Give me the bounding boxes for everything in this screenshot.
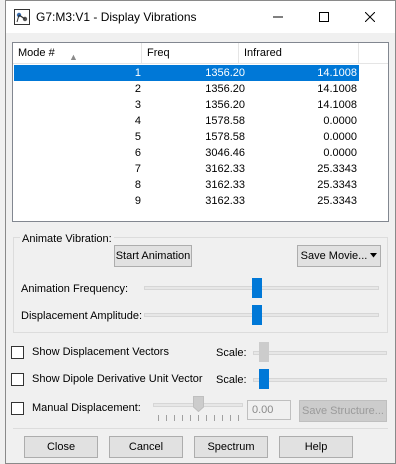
list-row[interactable]: 5 1578.58 0.0000 — [14, 129, 359, 145]
cell-freq: 3162.33 — [205, 179, 245, 191]
manual-displacement-label: Manual Displacement: — [32, 402, 141, 414]
minimize-icon — [273, 16, 283, 18]
tick-mark — [238, 415, 239, 421]
cell-mode: 2 — [134, 83, 141, 95]
animate-vibration-label: Animate Vibration: — [20, 233, 114, 245]
manual-displacement-value[interactable]: 0.00 — [247, 400, 291, 420]
close-window-button[interactable] — [347, 1, 393, 33]
column-label: Infrared — [244, 47, 282, 59]
tick-mark — [182, 415, 183, 421]
cell-freq: 1356.20 — [205, 67, 245, 79]
close-icon — [365, 12, 375, 22]
cancel-button[interactable]: Cancel — [109, 436, 183, 458]
cell-freq: 3046.46 — [205, 147, 245, 159]
column-label: Freq — [147, 47, 170, 59]
cell-mode: 7 — [134, 163, 141, 175]
cell-ir: 25.3343 — [317, 179, 357, 191]
display-vibrations-dialog: G7:M3:V1 - Display Vibrations Mode # ▲ F… — [5, 0, 396, 464]
tick-mark — [222, 415, 223, 421]
cell-mode: 8 — [134, 179, 141, 191]
animation-frequency-label: Animation Frequency: — [21, 283, 128, 295]
sort-ascending-icon: ▲ — [69, 52, 78, 62]
cell-ir: 0.0000 — [323, 147, 357, 159]
tick-mark — [206, 415, 207, 421]
cell-freq: 1356.20 — [205, 83, 245, 95]
list-row[interactable]: 2 1356.20 14.1008 — [14, 81, 359, 97]
save-structure-button[interactable]: Save Structure... — [299, 400, 387, 422]
cell-mode: 5 — [134, 131, 141, 143]
cell-freq: 1578.58 — [205, 115, 245, 127]
list-row[interactable]: 7 3162.33 25.3343 — [14, 161, 359, 177]
show-displacement-vectors-label: Show Displacement Vectors — [32, 346, 169, 358]
list-row[interactable]: 6 3046.46 0.0000 — [14, 145, 359, 161]
dipole-scale-slider[interactable] — [253, 378, 387, 382]
vectors-scale-slider[interactable] — [253, 351, 387, 355]
displacement-amplitude-thumb[interactable] — [252, 305, 262, 325]
cell-freq: 1356.20 — [205, 99, 245, 111]
maximize-icon — [319, 12, 329, 22]
list-row[interactable]: 8 3162.33 25.3343 — [14, 177, 359, 193]
show-displacement-vectors-checkbox[interactable] — [11, 346, 24, 359]
cell-mode: 4 — [134, 115, 141, 127]
cell-ir: 14.1008 — [317, 83, 357, 95]
cell-ir: 0.0000 — [323, 131, 357, 143]
list-header: Mode # ▲ Freq Infrared — [13, 43, 388, 64]
cell-ir: 14.1008 — [317, 67, 357, 79]
close-button[interactable]: Close — [24, 436, 98, 458]
cell-freq: 3162.33 — [205, 195, 245, 207]
tick-mark — [166, 415, 167, 421]
dropdown-arrow-icon — [370, 253, 377, 258]
save-movie-button[interactable]: Save Movie... — [297, 245, 381, 267]
manual-displacement-checkbox[interactable] — [11, 402, 24, 415]
list-row[interactable]: 1 1356.20 14.1008 — [14, 65, 359, 81]
tick-mark — [190, 415, 191, 421]
tick-mark — [174, 415, 175, 421]
help-button[interactable]: Help — [279, 436, 353, 458]
title-bar: G7:M3:V1 - Display Vibrations — [6, 1, 395, 33]
column-header-infrared[interactable]: Infrared — [239, 43, 359, 64]
manual-displacement-thumb[interactable] — [193, 396, 204, 412]
vectors-scale-thumb[interactable] — [259, 342, 269, 362]
vectors-scale-label: Scale: — [216, 347, 247, 359]
cell-mode: 1 — [134, 67, 141, 79]
maximize-button[interactable] — [301, 1, 347, 33]
cell-freq: 3162.33 — [205, 163, 245, 175]
save-movie-label: Save Movie... — [300, 250, 368, 262]
window-title: G7:M3:V1 - Display Vibrations — [36, 10, 197, 24]
cell-mode: 6 — [134, 147, 141, 159]
cell-ir: 14.1008 — [317, 99, 357, 111]
show-dipole-derivative-label: Show Dipole Derivative Unit Vector — [32, 373, 203, 385]
list-row[interactable]: 4 1578.58 0.0000 — [14, 113, 359, 129]
tick-mark — [230, 415, 231, 421]
tick-mark — [198, 415, 199, 421]
list-rows: 1 1356.20 14.1008 2 1356.20 14.1008 3 1356.20 14… — [14, 65, 359, 209]
list-row[interactable]: 3 1356.20 14.1008 — [14, 97, 359, 113]
spectrum-button[interactable]: Spectrum — [194, 436, 268, 458]
cell-mode: 3 — [134, 99, 141, 111]
animation-frequency-thumb[interactable] — [252, 278, 262, 298]
column-label: Mode # — [18, 47, 55, 59]
show-dipole-derivative-checkbox[interactable] — [11, 373, 24, 386]
cell-ir: 0.0000 — [323, 115, 357, 127]
cell-ir: 25.3343 — [317, 195, 357, 207]
tick-mark — [214, 415, 215, 421]
tick-mark — [158, 415, 159, 421]
cell-ir: 25.3343 — [317, 163, 357, 175]
cell-freq: 1578.58 — [205, 131, 245, 143]
gaussview-app-icon — [14, 9, 30, 25]
start-animation-button[interactable]: Start Animation — [114, 245, 192, 267]
vibration-list[interactable]: Mode # ▲ Freq Infrared 1 1356.20 14.1008 2 1… — [12, 42, 389, 222]
manual-displacement-ticks — [158, 415, 239, 421]
displacement-amplitude-label: Displacement Amplitude: — [21, 310, 143, 322]
cell-mode: 9 — [134, 195, 141, 207]
column-header-freq[interactable]: Freq — [142, 43, 239, 64]
list-row[interactable]: 9 3162.33 25.3343 — [14, 193, 359, 209]
footer-divider — [13, 428, 388, 429]
column-header-mode[interactable]: Mode # ▲ — [13, 43, 142, 64]
dipole-scale-thumb[interactable] — [259, 369, 269, 389]
dipole-scale-label: Scale: — [216, 374, 247, 386]
minimize-button[interactable] — [255, 1, 301, 33]
